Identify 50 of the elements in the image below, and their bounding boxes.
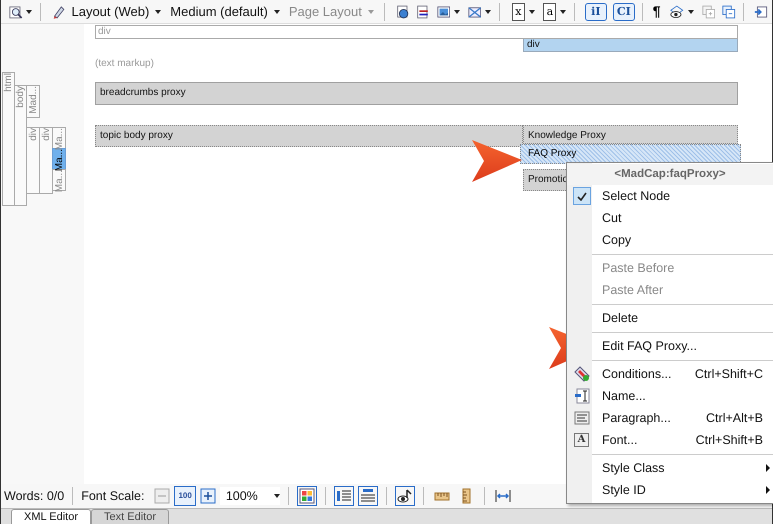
minus-icon[interactable] <box>154 488 170 504</box>
image-icon[interactable] <box>436 4 450 20</box>
magnifier-icon[interactable] <box>9 4 23 20</box>
menu-item[interactable]: Style ID <box>567 479 773 501</box>
align-icon[interactable] <box>358 486 378 506</box>
eye-icon[interactable] <box>670 4 684 20</box>
markup-label: (text markup) <box>95 57 155 71</box>
menu-item[interactable]: Paragraph... Ctrl+Alt+B <box>567 407 773 429</box>
menu-item[interactable]: A Font... Ctrl+Shift+B <box>567 429 773 451</box>
insert-button[interactable]: a <box>543 2 556 20</box>
font-icon: A <box>574 433 589 447</box>
pen-icon[interactable] <box>52 4 66 20</box>
menu-title: <MadCap:faqProxy> <box>567 164 773 185</box>
scale-button[interactable]: 100 <box>174 486 196 506</box>
pilcrow-button[interactable]: ¶ <box>650 1 664 22</box>
structure-tab[interactable]: Ma... <box>52 148 66 170</box>
tags-icon <box>574 366 590 382</box>
menu-item[interactable]: Select Node <box>567 185 773 207</box>
proxy-block[interactable]: breadcrumbs proxy <box>95 82 738 105</box>
menu-item[interactable]: Edit FAQ Proxy... <box>567 335 773 357</box>
insert-button[interactable]: x <box>512 2 525 20</box>
lines-icon <box>574 410 590 426</box>
text-cursor-icon <box>574 388 590 404</box>
view-dropdown[interactable]: Medium (default) <box>167 2 283 22</box>
import-icon[interactable] <box>754 4 768 20</box>
eye-icon[interactable] <box>394 486 415 506</box>
callout-arrow <box>472 140 522 182</box>
menu-item[interactable]: Name... <box>567 385 773 407</box>
menu-item[interactable]: Delete <box>567 307 773 329</box>
font-scale-label: Font Scale: <box>81 488 144 505</box>
plus-icon[interactable] <box>200 488 216 504</box>
menu-item[interactable]: Copy <box>567 229 773 251</box>
document-icon[interactable] <box>416 4 430 20</box>
proxy-block[interactable]: topic body proxy <box>95 125 523 147</box>
align-icon[interactable] <box>334 486 354 506</box>
menu-item[interactable]: Cut <box>567 207 773 229</box>
editor-tab[interactable]: Text Editor <box>91 509 169 524</box>
menu-item[interactable]: Conditions... Ctrl+Shift+C <box>567 363 773 385</box>
word-count: Words: 0/0 <box>4 488 64 505</box>
proxy-block[interactable]: Knowledge Proxy <box>523 125 738 144</box>
div-block[interactable]: div <box>523 39 738 52</box>
view-dropdown[interactable]: Layout (Web) <box>68 2 164 22</box>
stacked-pages-icon[interactable] <box>722 4 736 20</box>
toggle-button[interactable]: CI <box>612 2 635 20</box>
toggle-button[interactable]: iI <box>584 2 607 20</box>
color-grid-icon[interactable] <box>296 486 317 506</box>
globe-page-icon[interactable] <box>396 4 410 20</box>
editor-tab[interactable]: XML Editor <box>11 509 92 524</box>
menu-item[interactable]: Style Class <box>567 457 773 479</box>
zoom-dropdown[interactable]: 100% <box>220 486 280 506</box>
